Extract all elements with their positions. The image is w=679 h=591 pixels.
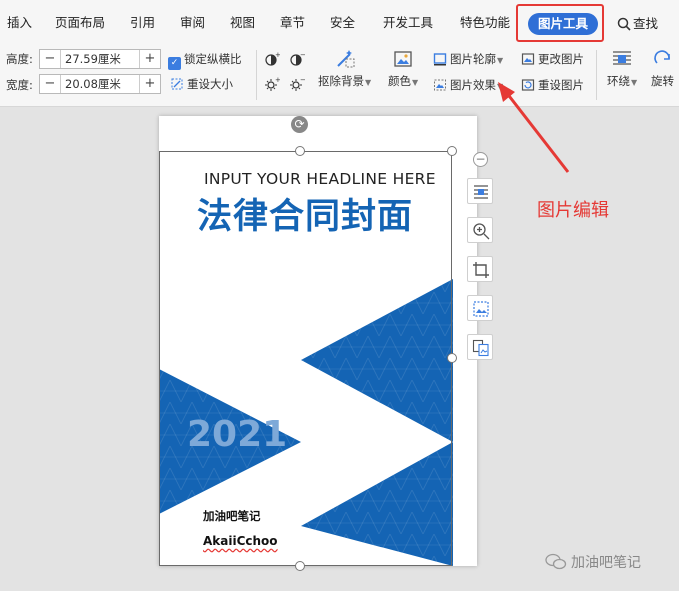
remove-background-label: 抠除背景 (318, 74, 364, 88)
watermark: 加油吧笔记 (545, 552, 641, 572)
picture-frame-icon (473, 301, 489, 317)
svg-text:+: + (275, 77, 280, 84)
picture-tools-ribbon: 高度: − 27.59厘米 + 宽度: − 20.08厘米 + ✓ 锁定纵横比 重… (0, 44, 679, 107)
cover-headline: INPUT YOUR HEADLINE HERE (204, 170, 436, 188)
change-picture-button[interactable]: 更改图片 (521, 51, 584, 67)
resize-handle-top[interactable] (295, 146, 305, 156)
height-stepper[interactable]: − 27.59厘米 + (39, 49, 161, 69)
resize-handle-right[interactable] (447, 353, 457, 363)
tab-page-layout[interactable]: 页面布局 (55, 12, 105, 31)
collapse-toolbar-button[interactable]: − (473, 152, 488, 167)
picture-outline-icon (433, 53, 447, 66)
rotate-button[interactable]: 旋转 (651, 48, 674, 89)
width-stepper[interactable]: − 20.08厘米 + (39, 74, 161, 94)
ribbon-tab-bar: 插入 页面布局 引用 审阅 视图 章节 安全 开发工具 特色功能 图片工具 查找 (0, 0, 679, 44)
magic-wand-icon (336, 50, 355, 68)
cover-year: 2021 (187, 414, 288, 455)
reset-picture-label: 重设图片 (538, 78, 584, 92)
resize-handle-top-right[interactable] (447, 146, 457, 156)
picture-effect-button[interactable]: 图片效果▼ (433, 77, 503, 93)
brightness-down-icon: − (290, 76, 306, 91)
tab-special-features[interactable]: 特色功能 (460, 12, 510, 31)
width-input[interactable]: 20.08厘米 (61, 76, 139, 92)
height-increase-button[interactable]: + (139, 50, 160, 68)
contrast-up-icon: + (265, 51, 281, 66)
dropdown-caret-icon: ▼ (497, 82, 504, 91)
wrap-text-label: 环绕 (607, 74, 630, 88)
tab-references[interactable]: 引用 (130, 12, 155, 31)
height-input[interactable]: 27.59厘米 (61, 51, 139, 67)
reset-picture-icon (521, 79, 535, 91)
svg-text:−: − (300, 52, 305, 59)
cover-brand-en: AkaiiCchoo (203, 534, 278, 548)
width-decrease-button[interactable]: − (40, 75, 61, 93)
convert-picture-icon (472, 339, 489, 357)
lock-aspect-ratio-checkbox[interactable]: ✓ 锁定纵横比 (168, 51, 242, 70)
svg-text:−: − (300, 77, 305, 84)
convert-picture-button[interactable] (467, 334, 493, 360)
reset-picture-button[interactable]: 重设图片 (521, 77, 584, 93)
width-label: 宽度: (6, 78, 33, 92)
wechat-icon (545, 553, 567, 570)
resize-handle-bottom[interactable] (295, 561, 305, 571)
layout-options-icon (474, 185, 488, 199)
find-label: 查找 (633, 16, 659, 31)
increase-contrast-button[interactable]: + (264, 51, 283, 66)
wrap-text-button[interactable]: 环绕▼ (607, 48, 637, 89)
change-picture-icon (521, 53, 535, 65)
tab-insert[interactable]: 插入 (7, 12, 32, 31)
height-decrease-button[interactable]: − (40, 50, 61, 68)
crop-button[interactable] (467, 256, 493, 282)
annotation-label: 图片编辑 (537, 200, 609, 221)
crop-icon (473, 262, 489, 278)
dropdown-caret-icon: ▼ (412, 78, 419, 87)
lock-aspect-ratio-label: 锁定纵横比 (184, 52, 242, 66)
rotate-icon (653, 50, 670, 64)
height-label: 高度: (6, 52, 33, 66)
change-picture-label: 更改图片 (538, 52, 584, 66)
reset-size-icon (171, 78, 183, 90)
width-increase-button[interactable]: + (139, 75, 160, 93)
picture-frame-button[interactable] (467, 295, 493, 321)
color-button[interactable]: 颜色▼ (388, 48, 418, 89)
tab-security[interactable]: 安全 (330, 12, 355, 31)
zoom-in-icon (473, 223, 490, 240)
zoom-picture-button[interactable] (467, 217, 493, 243)
find-button[interactable]: 查找 (617, 13, 658, 32)
remove-background-button[interactable]: 抠除背景▼ (318, 48, 371, 89)
highlight-box (516, 4, 604, 42)
layout-options-button[interactable] (467, 178, 493, 204)
tab-chapter[interactable]: 章节 (280, 12, 305, 31)
watermark-text: 加油吧笔记 (571, 555, 641, 571)
picture-effect-icon (434, 79, 446, 91)
increase-brightness-button[interactable]: + (264, 76, 283, 91)
rotate-handle[interactable]: ⟳ (291, 116, 308, 133)
dropdown-caret-icon: ▼ (365, 78, 372, 87)
reset-size-label: 重设大小 (187, 77, 233, 91)
color-label: 颜色 (388, 74, 411, 88)
search-icon (617, 17, 631, 31)
tab-view[interactable]: 视图 (230, 12, 255, 31)
picture-effect-label: 图片效果 (450, 78, 496, 92)
picture-outline-button[interactable]: 图片轮廓▼ (433, 51, 503, 67)
brightness-up-icon: + (265, 76, 281, 91)
cover-brand-cn: 加油吧笔记 (203, 509, 261, 523)
rotate-label: 旋转 (651, 74, 674, 88)
tab-developer[interactable]: 开发工具 (383, 12, 433, 31)
checkmark-icon: ✓ (168, 57, 181, 70)
dropdown-caret-icon: ▼ (631, 78, 638, 87)
divider (596, 50, 597, 100)
svg-text:+: + (275, 52, 280, 59)
reset-size-button[interactable]: 重设大小 (170, 76, 233, 92)
contrast-down-icon: − (290, 51, 306, 66)
dropdown-caret-icon: ▼ (497, 56, 504, 65)
decrease-contrast-button[interactable]: − (289, 51, 308, 66)
divider (256, 50, 257, 100)
tab-review[interactable]: 审阅 (180, 12, 205, 31)
cover-title: 法律合同封面 (197, 197, 414, 237)
decrease-brightness-button[interactable]: − (289, 76, 308, 91)
picture-color-icon (394, 51, 412, 67)
picture-outline-label: 图片轮廓 (450, 52, 496, 66)
text-wrap-icon (613, 51, 632, 65)
